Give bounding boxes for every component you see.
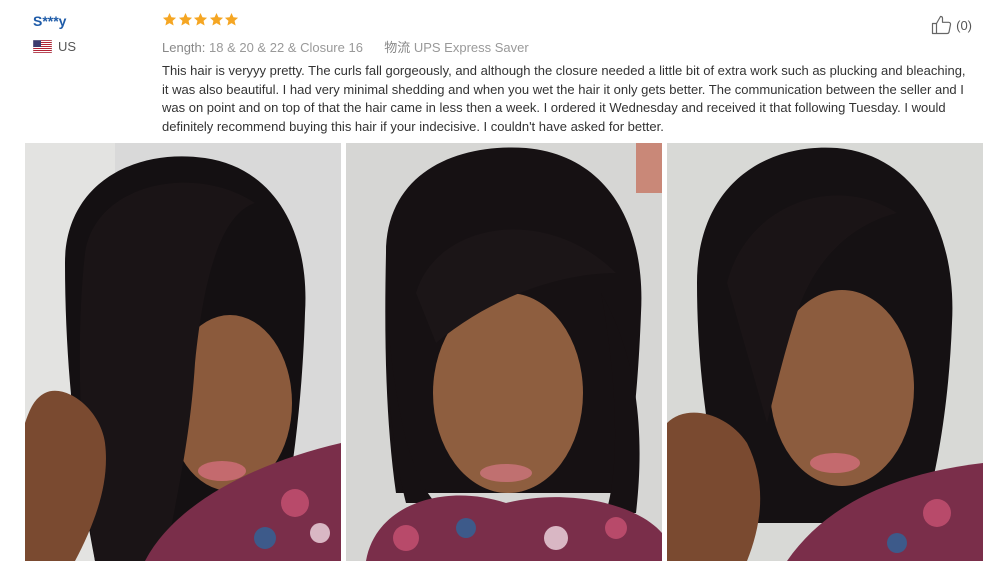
star-icon (178, 12, 192, 26)
us-flag-icon (33, 40, 52, 53)
star-icon (193, 12, 208, 26)
review-meta: Length: 18 & 20 & 22 & Closure 16 物流 UPS… (162, 37, 529, 56)
review-photo-2[interactable] (346, 143, 662, 561)
review-photos (25, 143, 983, 561)
review-photo-1[interactable] (25, 143, 341, 561)
review-text: This hair is veryyy pretty. The curls fa… (162, 63, 966, 134)
reviewer-country: US (33, 39, 76, 54)
country-code: US (58, 39, 77, 54)
shipping-label: 物流 (384, 40, 411, 55)
helpful-count: (0) (956, 17, 972, 33)
star-icon (162, 12, 177, 26)
star-icon (224, 12, 239, 26)
length-label: Length: (162, 40, 206, 55)
review-photo-3[interactable] (667, 143, 983, 561)
star-icon (209, 12, 223, 26)
helpful-button[interactable]: (0) (930, 13, 972, 37)
reviewer-info: S***y US (33, 13, 76, 54)
reviewer-name: S***y (33, 13, 67, 29)
shipping-value: UPS Express Saver (413, 40, 529, 55)
star-rating (162, 12, 240, 27)
thumbs-up-icon[interactable] (930, 13, 954, 37)
length-value: 18 & 20 & 22 & Closure 16 (209, 40, 363, 55)
